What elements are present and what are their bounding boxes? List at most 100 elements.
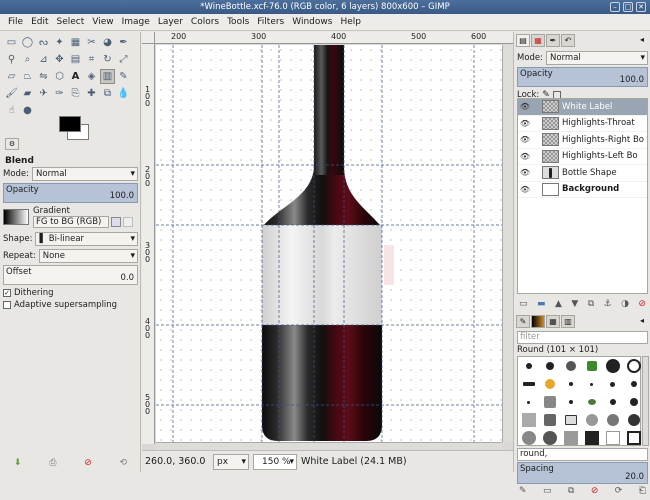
layer-row-highlights-right[interactable]: 👁 Highlights-Right Bo [518,132,647,149]
palettes-tab-icon[interactable]: ▥ [561,315,575,328]
ruler-vertical[interactable]: 1 0 0 2 0 0 3 0 0 4 0 0 5 0 0 [142,44,155,444]
visibility-eye-icon[interactable]: 👁 [518,119,532,128]
brush-item[interactable] [603,358,622,374]
close-button[interactable]: ✕ [636,2,646,12]
layer-row-background[interactable]: 👁 Background [518,182,647,198]
brush-item[interactable] [519,376,538,392]
opacity-slider[interactable]: Opacity 100.0 [3,183,138,203]
clone-icon[interactable]: ⎘ [68,86,83,101]
layers-tab-icon[interactable]: ▤ [516,34,530,47]
offset-slider[interactable]: Offset 0.0 [3,265,138,285]
scissors-icon[interactable]: ✂ [84,35,99,50]
brushes-scrollbar[interactable] [642,356,649,446]
flip-icon[interactable]: ⇋ [36,69,51,84]
open-brush-icon[interactable]: ⎗ [639,486,646,500]
visibility-eye-icon[interactable]: 👁 [518,152,532,161]
brush-item[interactable] [603,394,622,410]
minimize-button[interactable]: – [610,2,620,12]
channels-tab-icon[interactable]: ▦ [531,34,545,47]
repeat-select[interactable]: None [38,249,138,263]
new-layer-icon[interactable]: ▭ [519,299,528,309]
gradient-edit-icon[interactable] [123,216,133,227]
refresh-brushes-icon[interactable]: ⟳ [615,486,623,500]
menu-image[interactable]: Image [118,17,154,27]
brush-item[interactable] [603,430,622,446]
free-select-icon[interactable]: ᔓ [36,35,51,50]
brush-item[interactable] [561,376,580,392]
measure-icon[interactable]: ⊿ [36,52,51,67]
brush-item[interactable] [540,394,559,410]
menu-file[interactable]: File [4,17,27,27]
perspective-icon[interactable]: ⏢ [20,69,35,84]
brush-item[interactable] [603,376,622,392]
cage-icon[interactable]: ⬡ [52,69,67,84]
brush-item[interactable] [624,376,643,392]
brush-item[interactable] [561,358,580,374]
airbrush-icon[interactable]: ✈ [36,86,51,101]
menu-view[interactable]: View [88,17,117,27]
fuzzy-select-icon[interactable]: ✦ [52,35,67,50]
brush-item[interactable] [561,412,580,428]
delete-options-icon[interactable]: ⊘ [84,458,92,468]
layer-opacity-slider[interactable]: Opacity 100.0 [517,67,648,87]
brush-item[interactable] [540,358,559,374]
tool-options-tab-icon[interactable]: ⚙ [5,138,19,150]
duplicate-layer-icon[interactable]: ⧉ [588,299,594,309]
visibility-eye-icon[interactable]: 👁 [518,168,532,177]
unit-select[interactable]: px [213,453,249,470]
brush-item[interactable] [624,358,643,374]
brush-item[interactable] [624,412,643,428]
perspective-clone-icon[interactable]: ⧉ [100,86,115,101]
shape-select[interactable]: ▌ Bi-linear [35,232,138,246]
brush-item[interactable] [519,394,538,410]
visibility-eye-icon[interactable]: 👁 [518,135,532,144]
paths-icon[interactable]: ✒ [116,35,131,50]
brush-item[interactable] [582,394,601,410]
menu-tools[interactable]: Tools [223,17,253,27]
visibility-eye-icon[interactable]: 👁 [518,185,532,194]
rotate-icon[interactable]: ↻ [100,52,115,67]
brush-item[interactable] [540,376,559,392]
align-icon[interactable]: ▤ [68,52,83,67]
brush-item[interactable] [561,430,580,446]
dithering-checkbox[interactable]: ✓ Dithering [3,287,138,299]
brush-item[interactable] [561,394,580,410]
eraser-icon[interactable]: ▰ [20,86,35,101]
dock-menu-icon[interactable]: ◂ [635,34,649,47]
brush-item[interactable] [519,358,538,374]
layer-row-highlights-throat[interactable]: 👁 Highlights-Throat [518,116,647,132]
blur-icon[interactable]: 💧 [116,86,131,101]
brush-tag-input[interactable]: round, [517,448,648,461]
ink-icon[interactable]: ✑ [52,86,67,101]
brush-item[interactable] [603,412,622,428]
new-layer-group-icon[interactable]: ▬ [537,299,546,309]
menu-colors[interactable]: Colors [187,17,223,27]
paintbrush-icon[interactable]: 🖌 [4,86,19,101]
brush-item[interactable] [624,430,643,446]
patterns-tab-icon[interactable]: ▦ [546,315,560,328]
brush-item[interactable] [582,358,601,374]
raise-layer-icon[interactable]: ▲ [555,299,562,309]
shear-icon[interactable]: ▱ [4,69,19,84]
zoom-select[interactable]: 150 % [253,453,297,470]
visibility-eye-icon[interactable]: 👁 [518,102,532,111]
edit-brush-icon[interactable]: ✎ [519,486,527,500]
layer-mode-select[interactable]: Normal [546,51,648,65]
mode-select[interactable]: Normal [32,167,138,181]
maximize-button[interactable]: □ [623,2,633,12]
horizontal-scrollbar[interactable] [156,442,502,450]
menu-edit[interactable]: Edit [27,17,52,27]
gradient-reverse-icon[interactable] [111,216,121,227]
layer-row-white-label[interactable]: 👁 White Label [518,99,647,116]
color-picker-icon[interactable]: ⚲ [4,52,19,67]
blend-icon[interactable]: ▥ [100,69,115,84]
zoom-icon[interactable]: ⌕ [20,52,35,67]
undo-tab-icon[interactable]: ↶ [561,34,575,47]
gradients-tab-icon[interactable] [531,315,545,328]
adaptive-supersampling-checkbox[interactable]: Adaptive supersampling [3,299,138,311]
gradient-name-field[interactable]: FG to BG (RGB) [33,216,109,228]
menu-filters[interactable]: Filters [253,17,288,27]
crop-icon[interactable]: ⌗ [84,52,99,67]
menu-windows[interactable]: Windows [288,17,336,27]
ruler-corner[interactable] [142,32,155,44]
